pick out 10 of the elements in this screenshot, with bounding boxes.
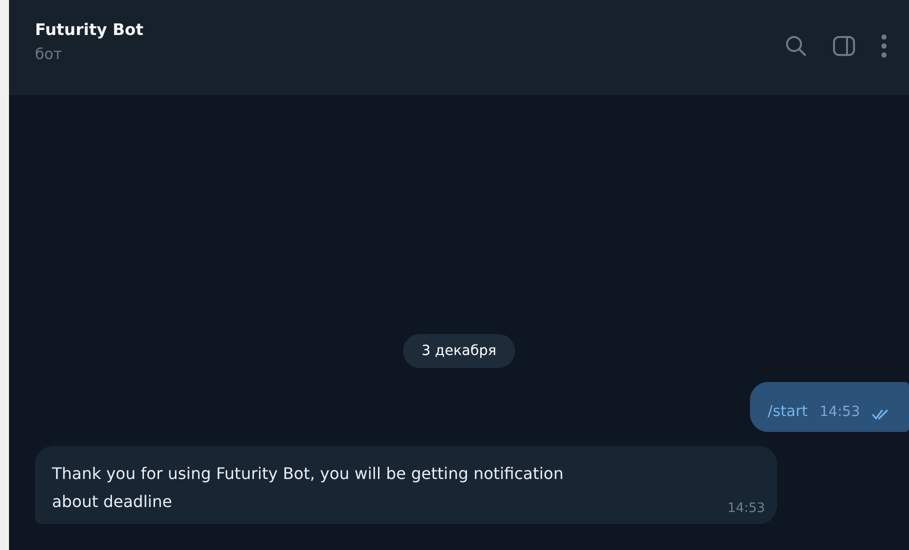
chat-title: Futurity Bot [35, 20, 144, 39]
message-time: 14:53 [728, 501, 765, 516]
more-icon[interactable] [881, 34, 887, 58]
message-text: Thank you for using Futurity Bot, you will be getting notification about deadline [52, 463, 564, 513]
sidebar-toggle-icon[interactable] [833, 36, 855, 56]
chat-subtitle: бот [35, 45, 64, 63]
message-text: /start [768, 402, 808, 420]
date-badge: 3 декабря [402, 334, 516, 368]
message-time: 14:53 [820, 404, 860, 420]
search-icon[interactable] [785, 35, 807, 57]
